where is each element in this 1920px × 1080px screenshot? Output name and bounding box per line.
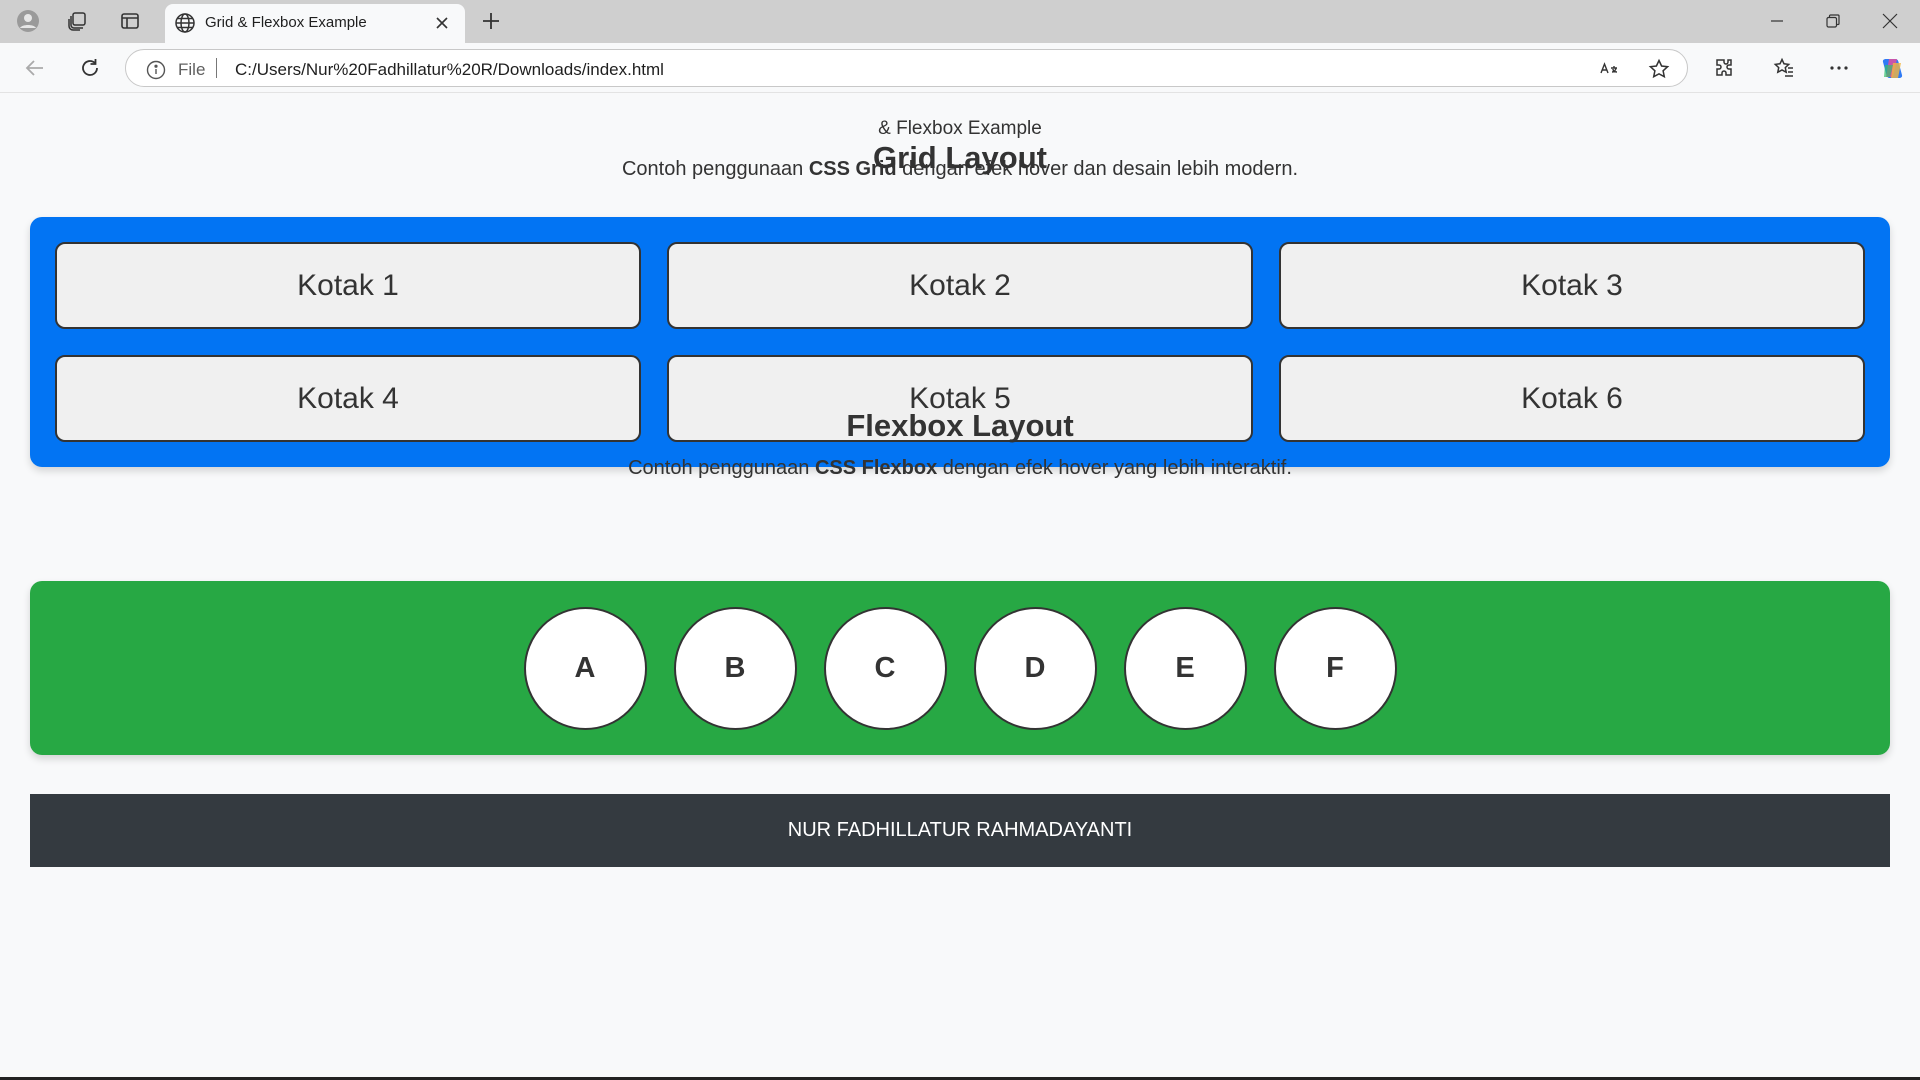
read-aloud-icon[interactable]: [1598, 58, 1620, 85]
restore-icon[interactable]: [1820, 8, 1846, 34]
grid-desc-bold: CSS Grid: [808, 158, 897, 180]
flex-desc-text-1: Contoh penggunaan: [628, 457, 815, 479]
flex-item-d[interactable]: D: [973, 606, 1097, 730]
favorite-star-icon[interactable]: [1648, 58, 1670, 85]
address-bar-row: File C:/Users/Nur%20Fadhillatur%20R/Down…: [0, 43, 1920, 93]
extensions-icon[interactable]: [1711, 55, 1737, 81]
flex-desc-bold: CSS Flexbox: [814, 457, 938, 479]
new-tab-icon[interactable]: [478, 8, 504, 34]
address-bar[interactable]: File C:/Users/Nur%20Fadhillatur%20R/Down…: [125, 49, 1688, 87]
flex-container: A B C D E F: [30, 581, 1890, 755]
grid-desc-text-2: dengan efek hover dan desain lebih moder…: [896, 158, 1299, 180]
copilot-icon[interactable]: [1880, 55, 1906, 81]
grid-box-1[interactable]: Kotak 1: [55, 242, 641, 329]
grid-box-3[interactable]: Kotak 3: [1279, 242, 1865, 329]
close-window-icon[interactable]: [1877, 8, 1903, 34]
flexbox-description: Contoh penggunaan CSS Flexbox dengan efe…: [5, 457, 1915, 480]
url-text[interactable]: C:/Users/Nur%20Fadhillatur%20R/Downloads…: [235, 60, 664, 80]
refresh-icon[interactable]: [77, 55, 103, 81]
globe-icon: [174, 12, 196, 39]
flexbox-heading: Flexbox Layout: [846, 408, 1074, 443]
info-icon[interactable]: [146, 60, 166, 85]
favorites-icon[interactable]: [1771, 55, 1797, 81]
flex-item-b[interactable]: B: [673, 606, 797, 730]
tab-actions-icon[interactable]: [117, 8, 143, 34]
workspaces-icon[interactable]: [64, 8, 90, 34]
flex-item-a[interactable]: A: [523, 606, 647, 730]
page-small-title: & Flexbox Example: [878, 118, 1042, 139]
more-icon[interactable]: [1826, 55, 1852, 81]
grid-desc-text-1: Contoh penggunaan: [621, 158, 809, 180]
page-footer: NUR FADHILLATUR RAHMADAYANTI: [30, 794, 1890, 867]
scheme-label: File: [178, 60, 206, 79]
flex-item-f[interactable]: F: [1273, 606, 1397, 730]
flex-desc-text-2: dengan efek hover yang lebih interaktif.: [937, 457, 1292, 479]
back-icon[interactable]: [22, 55, 48, 81]
flex-item-c[interactable]: C: [823, 606, 947, 730]
grid-description: Contoh penggunaan CSS Grid dengan efek h…: [5, 158, 1915, 181]
active-tab[interactable]: Grid & Flexbox Example: [165, 4, 465, 43]
separator: [216, 58, 217, 78]
minimize-icon[interactable]: [1764, 8, 1790, 34]
page-content: & Flexbox Example Grid Layout Contoh pen…: [5, 94, 1915, 1077]
profile-icon[interactable]: [15, 8, 41, 34]
close-tab-icon[interactable]: [431, 12, 453, 39]
tab-bar: Grid & Flexbox Example: [0, 0, 1920, 43]
tab-title: Grid & Flexbox Example: [205, 14, 367, 31]
grid-box-2[interactable]: Kotak 2: [667, 242, 1253, 329]
flex-item-e[interactable]: E: [1123, 606, 1247, 730]
